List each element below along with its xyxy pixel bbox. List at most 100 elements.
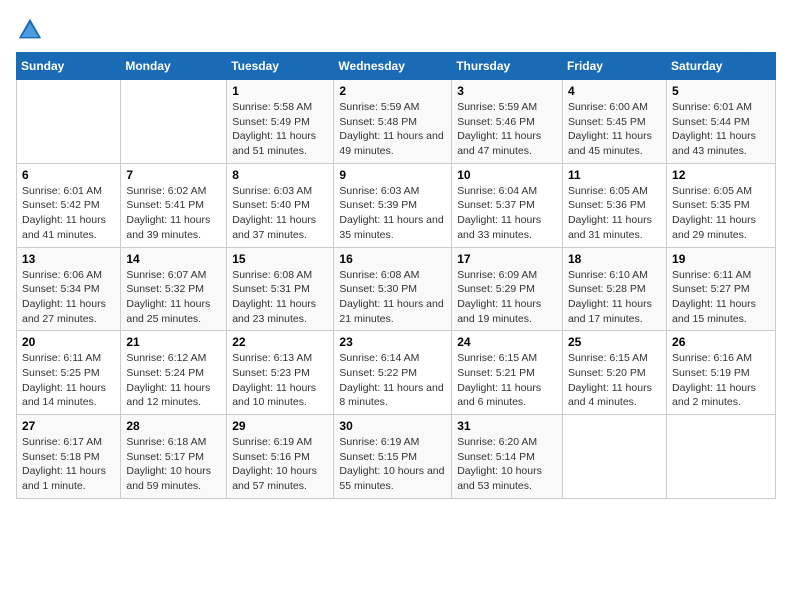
day-info: Sunrise: 6:10 AMSunset: 5:28 PMDaylight:…	[568, 268, 661, 327]
calendar-cell: 15 Sunrise: 6:08 AMSunset: 5:31 PMDayligh…	[227, 247, 334, 331]
calendar-table: SundayMondayTuesdayWednesdayThursdayFrid…	[16, 52, 776, 499]
calendar-cell: 23 Sunrise: 6:14 AMSunset: 5:22 PMDayligh…	[334, 331, 452, 415]
calendar-cell: 29Sunrise: 6:19 AMSunset: 5:16 PMDayligh…	[227, 415, 334, 499]
column-header-wednesday: Wednesday	[334, 53, 452, 80]
day-number: 1	[232, 84, 328, 98]
calendar-cell: 17Sunrise: 6:09 AMSunset: 5:29 PMDayligh…	[452, 247, 563, 331]
day-number: 28	[126, 419, 221, 433]
day-number: 10	[457, 168, 557, 182]
calendar-cell	[562, 415, 666, 499]
calendar-cell: 21 Sunrise: 6:12 AMSunset: 5:24 PMDayligh…	[121, 331, 227, 415]
calendar-week-5: 27 Sunrise: 6:17 AMSunset: 5:18 PMDayligh…	[17, 415, 776, 499]
day-number: 7	[126, 168, 221, 182]
calendar-cell: 14 Sunrise: 6:07 AMSunset: 5:32 PMDayligh…	[121, 247, 227, 331]
day-info: Sunrise: 6:03 AMSunset: 5:39 PMDaylight:…	[339, 184, 446, 243]
logo-icon	[16, 16, 44, 44]
day-info: Sunrise: 6:17 AMSunset: 5:18 PMDaylight:…	[22, 435, 115, 494]
calendar-cell: 11 Sunrise: 6:05 AMSunset: 5:36 PMDayligh…	[562, 163, 666, 247]
day-number: 21	[126, 335, 221, 349]
column-header-tuesday: Tuesday	[227, 53, 334, 80]
day-number: 31	[457, 419, 557, 433]
day-info: Sunrise: 6:01 AMSunset: 5:42 PMDaylight:…	[22, 184, 115, 243]
calendar-cell: 7Sunrise: 6:02 AMSunset: 5:41 PMDaylight…	[121, 163, 227, 247]
day-info: Sunrise: 5:58 AMSunset: 5:49 PMDaylight:…	[232, 100, 328, 159]
day-number: 3	[457, 84, 557, 98]
calendar-cell: 6 Sunrise: 6:01 AMSunset: 5:42 PMDaylight…	[17, 163, 121, 247]
calendar-cell: 26Sunrise: 6:16 AMSunset: 5:19 PMDayligh…	[667, 331, 776, 415]
calendar-week-2: 6 Sunrise: 6:01 AMSunset: 5:42 PMDaylight…	[17, 163, 776, 247]
day-number: 23	[339, 335, 446, 349]
calendar-cell	[667, 415, 776, 499]
calendar-cell: 22 Sunrise: 6:13 AMSunset: 5:23 PMDayligh…	[227, 331, 334, 415]
column-header-thursday: Thursday	[452, 53, 563, 80]
day-number: 25	[568, 335, 661, 349]
day-info: Sunrise: 6:19 AMSunset: 5:15 PMDaylight:…	[339, 435, 446, 494]
day-info: Sunrise: 6:05 AMSunset: 5:36 PMDaylight:…	[568, 184, 661, 243]
day-info: Sunrise: 6:11 AMSunset: 5:25 PMDaylight:…	[22, 351, 115, 410]
day-number: 4	[568, 84, 661, 98]
day-number: 2	[339, 84, 446, 98]
day-number: 24	[457, 335, 557, 349]
calendar-cell: 13 Sunrise: 6:06 AMSunset: 5:34 PMDayligh…	[17, 247, 121, 331]
day-info: Sunrise: 6:00 AMSunset: 5:45 PMDaylight:…	[568, 100, 661, 159]
calendar-cell: 4 Sunrise: 6:00 AMSunset: 5:45 PMDaylight…	[562, 80, 666, 164]
calendar-cell: 5 Sunrise: 6:01 AMSunset: 5:44 PMDaylight…	[667, 80, 776, 164]
calendar-cell: 27 Sunrise: 6:17 AMSunset: 5:18 PMDayligh…	[17, 415, 121, 499]
day-number: 9	[339, 168, 446, 182]
calendar-header-row: SundayMondayTuesdayWednesdayThursdayFrid…	[17, 53, 776, 80]
day-info: Sunrise: 6:06 AMSunset: 5:34 PMDaylight:…	[22, 268, 115, 327]
calendar-week-1: 1 Sunrise: 5:58 AMSunset: 5:49 PMDaylight…	[17, 80, 776, 164]
day-number: 19	[672, 252, 770, 266]
calendar-cell	[17, 80, 121, 164]
day-number: 11	[568, 168, 661, 182]
column-header-friday: Friday	[562, 53, 666, 80]
calendar-cell: 19 Sunrise: 6:11 AMSunset: 5:27 PMDayligh…	[667, 247, 776, 331]
calendar-cell: 30 Sunrise: 6:19 AMSunset: 5:15 PMDayligh…	[334, 415, 452, 499]
day-number: 5	[672, 84, 770, 98]
calendar-cell: 16Sunrise: 6:08 AMSunset: 5:30 PMDayligh…	[334, 247, 452, 331]
day-number: 6	[22, 168, 115, 182]
calendar-week-4: 20 Sunrise: 6:11 AMSunset: 5:25 PMDayligh…	[17, 331, 776, 415]
day-number: 18	[568, 252, 661, 266]
day-info: Sunrise: 6:11 AMSunset: 5:27 PMDaylight:…	[672, 268, 770, 327]
logo	[16, 16, 48, 44]
day-info: Sunrise: 6:18 AMSunset: 5:17 PMDaylight:…	[126, 435, 221, 494]
day-number: 14	[126, 252, 221, 266]
day-info: Sunrise: 6:20 AMSunset: 5:14 PMDaylight:…	[457, 435, 557, 494]
day-number: 27	[22, 419, 115, 433]
calendar-cell: 20 Sunrise: 6:11 AMSunset: 5:25 PMDayligh…	[17, 331, 121, 415]
column-header-monday: Monday	[121, 53, 227, 80]
day-info: Sunrise: 6:12 AMSunset: 5:24 PMDaylight:…	[126, 351, 221, 410]
calendar-cell: 8Sunrise: 6:03 AMSunset: 5:40 PMDaylight…	[227, 163, 334, 247]
calendar-cell: 18 Sunrise: 6:10 AMSunset: 5:28 PMDayligh…	[562, 247, 666, 331]
day-info: Sunrise: 6:04 AMSunset: 5:37 PMDaylight:…	[457, 184, 557, 243]
calendar-cell	[121, 80, 227, 164]
day-number: 8	[232, 168, 328, 182]
day-number: 17	[457, 252, 557, 266]
day-info: Sunrise: 6:05 AMSunset: 5:35 PMDaylight:…	[672, 184, 770, 243]
day-info: Sunrise: 6:15 AMSunset: 5:21 PMDaylight:…	[457, 351, 557, 410]
day-number: 20	[22, 335, 115, 349]
day-info: Sunrise: 6:13 AMSunset: 5:23 PMDaylight:…	[232, 351, 328, 410]
day-info: Sunrise: 6:01 AMSunset: 5:44 PMDaylight:…	[672, 100, 770, 159]
day-number: 30	[339, 419, 446, 433]
day-number: 22	[232, 335, 328, 349]
day-number: 26	[672, 335, 770, 349]
day-info: Sunrise: 6:19 AMSunset: 5:16 PMDaylight:…	[232, 435, 328, 494]
day-info: Sunrise: 6:14 AMSunset: 5:22 PMDaylight:…	[339, 351, 446, 410]
day-info: Sunrise: 6:08 AMSunset: 5:31 PMDaylight:…	[232, 268, 328, 327]
column-header-sunday: Sunday	[17, 53, 121, 80]
day-number: 12	[672, 168, 770, 182]
calendar-cell: 2 Sunrise: 5:59 AMSunset: 5:48 PMDaylight…	[334, 80, 452, 164]
day-info: Sunrise: 6:08 AMSunset: 5:30 PMDaylight:…	[339, 268, 446, 327]
day-info: Sunrise: 5:59 AMSunset: 5:46 PMDaylight:…	[457, 100, 557, 159]
day-info: Sunrise: 6:07 AMSunset: 5:32 PMDaylight:…	[126, 268, 221, 327]
calendar-cell: 10 Sunrise: 6:04 AMSunset: 5:37 PMDayligh…	[452, 163, 563, 247]
day-info: Sunrise: 5:59 AMSunset: 5:48 PMDaylight:…	[339, 100, 446, 159]
day-number: 13	[22, 252, 115, 266]
day-number: 15	[232, 252, 328, 266]
calendar-cell: 9 Sunrise: 6:03 AMSunset: 5:39 PMDaylight…	[334, 163, 452, 247]
calendar-cell: 31 Sunrise: 6:20 AMSunset: 5:14 PMDayligh…	[452, 415, 563, 499]
day-info: Sunrise: 6:15 AMSunset: 5:20 PMDaylight:…	[568, 351, 661, 410]
page-header	[16, 16, 776, 44]
